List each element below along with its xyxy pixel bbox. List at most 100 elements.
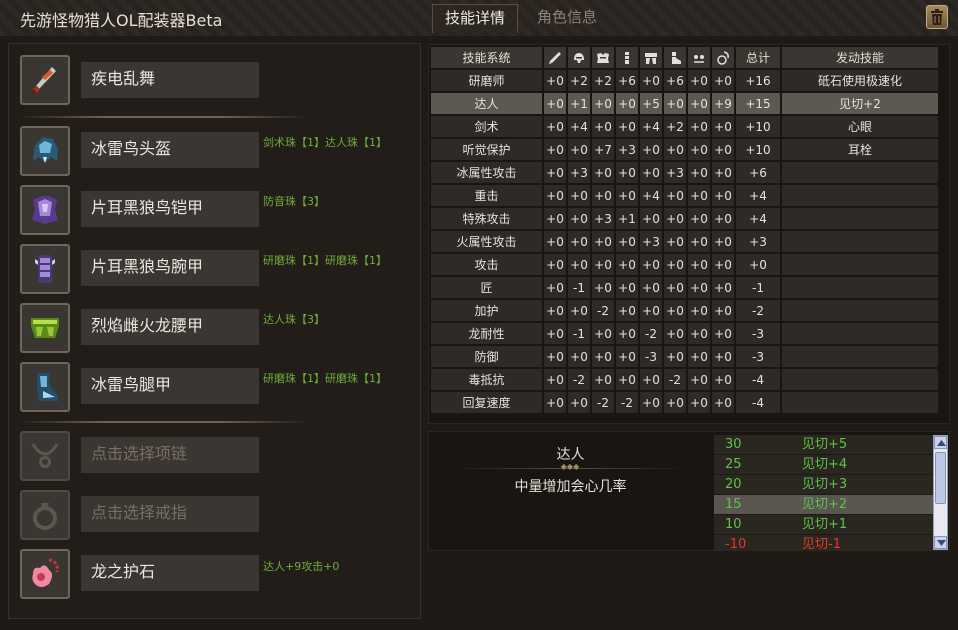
active-skill-cell: 见切+2: [782, 93, 938, 114]
skill-part-cell: +0: [544, 254, 566, 275]
list-item[interactable]: 30 见切+5: [714, 435, 933, 455]
skill-part-cell: +4: [568, 116, 590, 137]
skill-part-cell: +0: [616, 346, 638, 367]
leg-armor-icon: [37, 373, 58, 401]
waist-armor-name[interactable]: 烈焰雌火龙腰甲: [81, 309, 259, 345]
threshold-scrollbar[interactable]: [933, 435, 948, 550]
ring-slot-icon[interactable]: [20, 490, 70, 540]
table-row[interactable]: 火属性攻击 +0 +0 +0 +0 +3 +0 +0 +0 +3: [431, 231, 938, 252]
list-item[interactable]: 15 见切+2: [714, 495, 933, 515]
scroll-up-button[interactable]: [934, 436, 947, 449]
ring-select[interactable]: 点击选择戒指: [81, 496, 259, 532]
header-weapon-icon: [544, 47, 566, 68]
table-row[interactable]: 研磨师 +0 +2 +2 +6 +0 +6 +0 +0 +16 砥石使用极速化: [431, 70, 938, 91]
table-row[interactable]: 龙耐性 +0 -1 +0 +0 -2 +0 +0 +0 -3: [431, 323, 938, 344]
list-item[interactable]: 25 见切+4: [714, 455, 933, 475]
skill-name-cell: 毒抵抗: [431, 369, 542, 390]
chest-slot-icon[interactable]: [20, 185, 70, 235]
active-skill-cell: [782, 162, 938, 183]
list-item[interactable]: 20 见切+3: [714, 475, 933, 495]
app-window: 先游怪物猎人OL配装器Beta 技能详情 角色信息 疾电乱舞 冰雷鸟头盔 剑术珠…: [0, 0, 958, 630]
skill-part-cell: +0: [592, 369, 614, 390]
skill-part-cell: +0: [568, 254, 590, 275]
skill-part-cell: +0: [712, 254, 734, 275]
head-armor-name[interactable]: 冰雷鸟头盔: [81, 132, 259, 168]
table-row[interactable]: 加护 +0 +0 -2 +0 +0 +0 +0 +0 -2: [431, 300, 938, 321]
skill-part-cell: +0: [544, 300, 566, 321]
head-slot-icon[interactable]: [20, 126, 70, 176]
active-skill-cell: [782, 254, 938, 275]
skill-part-cell: -1: [568, 323, 590, 344]
table-row[interactable]: 冰属性攻击 +0 +3 +0 +0 +0 +3 +0 +0 +6: [431, 162, 938, 183]
skill-part-cell: +0: [688, 277, 710, 298]
skill-part-cell: +0: [664, 185, 686, 206]
list-item[interactable]: -10 见切-1: [714, 535, 933, 550]
skill-part-cell: +0: [640, 208, 662, 229]
charm-slot-icon[interactable]: [20, 549, 70, 599]
skill-part-cell: -1: [568, 277, 590, 298]
arrow-up-icon: [937, 440, 946, 446]
skill-part-cell: +0: [664, 323, 686, 344]
skill-part-cell: -2: [616, 392, 638, 413]
table-row[interactable]: 剑术 +0 +4 +0 +0 +4 +2 +0 +0 +10 心眼: [431, 116, 938, 137]
skill-part-cell: +3: [664, 162, 686, 183]
table-row[interactable]: 达人 +0 +1 +0 +0 +5 +0 +0 +9 +15 见切+2: [431, 93, 938, 114]
skill-total-cell: +0: [736, 254, 780, 275]
skill-name-cell: 攻击: [431, 254, 542, 275]
skill-part-cell: +0: [544, 208, 566, 229]
scroll-down-button[interactable]: [934, 536, 947, 549]
skill-part-cell: +0: [712, 70, 734, 91]
table-row[interactable]: 攻击 +0 +0 +0 +0 +0 +0 +0 +0 +0: [431, 254, 938, 275]
skill-part-cell: +0: [664, 277, 686, 298]
table-row[interactable]: 重击 +0 +0 +0 +0 +4 +0 +0 +0 +4: [431, 185, 938, 206]
arms-slot-icon[interactable]: [20, 244, 70, 294]
table-row[interactable]: 匠 +0 -1 +0 +0 +0 +0 +0 +0 -1: [431, 277, 938, 298]
skill-threshold-list[interactable]: 30 见切+5 25 见切+4 20 见切+3 15 见切+2 10 见切+1 -10 见切-1: [714, 435, 933, 550]
tab-character-info[interactable]: 角色信息: [522, 4, 612, 33]
top-bar: 先游怪物猎人OL配装器Beta 技能详情 角色信息: [0, 0, 958, 36]
active-skill-cell: [782, 277, 938, 298]
table-row[interactable]: 毒抵抗 +0 -2 +0 +0 +0 -2 +0 +0 -4: [431, 369, 938, 390]
active-skill-cell: [782, 323, 938, 344]
weapon-slot-icon[interactable]: [20, 55, 70, 105]
charm-icon: [32, 558, 59, 587]
skill-part-cell: +0: [616, 323, 638, 344]
clear-all-button[interactable]: [926, 5, 948, 29]
active-skill-cell: [782, 392, 938, 413]
legs-slot-icon[interactable]: [20, 362, 70, 412]
necklace-slot-icon[interactable]: [20, 431, 70, 481]
charm-skills: 达人+9攻击+0: [263, 560, 340, 573]
waist-slot-icon[interactable]: [20, 303, 70, 353]
skill-part-cell: +0: [592, 346, 614, 367]
skill-part-cell: -2: [568, 369, 590, 390]
table-row[interactable]: 防御 +0 +0 +0 +0 -3 +0 +0 +0 -3: [431, 346, 938, 367]
charm-name[interactable]: 龙之护石: [81, 555, 259, 591]
chest-armor-name[interactable]: 片耳黑狼鸟铠甲: [81, 191, 259, 227]
skill-part-cell: +0: [544, 392, 566, 413]
skill-part-cell: +0: [664, 254, 686, 275]
legs-armor-name[interactable]: 冰雷鸟腿甲: [81, 368, 259, 404]
skill-part-cell: +0: [688, 392, 710, 413]
table-row[interactable]: 特殊攻击 +0 +0 +3 +1 +0 +0 +0 +0 +4: [431, 208, 938, 229]
skills-table-body: 研磨师 +0 +2 +2 +6 +0 +6 +0 +0 +16 砥石使用极速化 达人 +0 +1 +0 +0 +…: [431, 70, 938, 413]
skill-name-cell: 防御: [431, 346, 542, 367]
skill-name-cell: 听觉保护: [431, 139, 542, 160]
necklace-select[interactable]: 点击选择项链: [81, 437, 259, 473]
skill-part-cell: +0: [640, 300, 662, 321]
list-item[interactable]: 10 见切+1: [714, 515, 933, 535]
header-active-skill: 发动技能: [782, 47, 938, 68]
weapon-name[interactable]: 疾电乱舞: [81, 62, 259, 98]
skill-part-cell: +0: [544, 162, 566, 183]
skill-name-cell: 重击: [431, 185, 542, 206]
arms-armor-name[interactable]: 片耳黑狼鸟腕甲: [81, 250, 259, 286]
skill-part-cell: +0: [688, 185, 710, 206]
tab-skill-details[interactable]: 技能详情: [432, 4, 518, 33]
table-row[interactable]: 回复速度 +0 +0 -2 -2 +0 +0 +0 +0 -4: [431, 392, 938, 413]
skill-total-cell: +3: [736, 231, 780, 252]
threshold-points: 20: [725, 477, 742, 492]
skill-part-cell: +3: [568, 162, 590, 183]
table-row[interactable]: 听觉保护 +0 +0 +7 +3 +0 +0 +0 +0 +10 耳栓: [431, 139, 938, 160]
scroll-thumb[interactable]: [935, 452, 946, 504]
active-skill-cell: 砥石使用极速化: [782, 70, 938, 91]
table-header-row: 技能系统 总计 发动技能: [431, 47, 938, 68]
